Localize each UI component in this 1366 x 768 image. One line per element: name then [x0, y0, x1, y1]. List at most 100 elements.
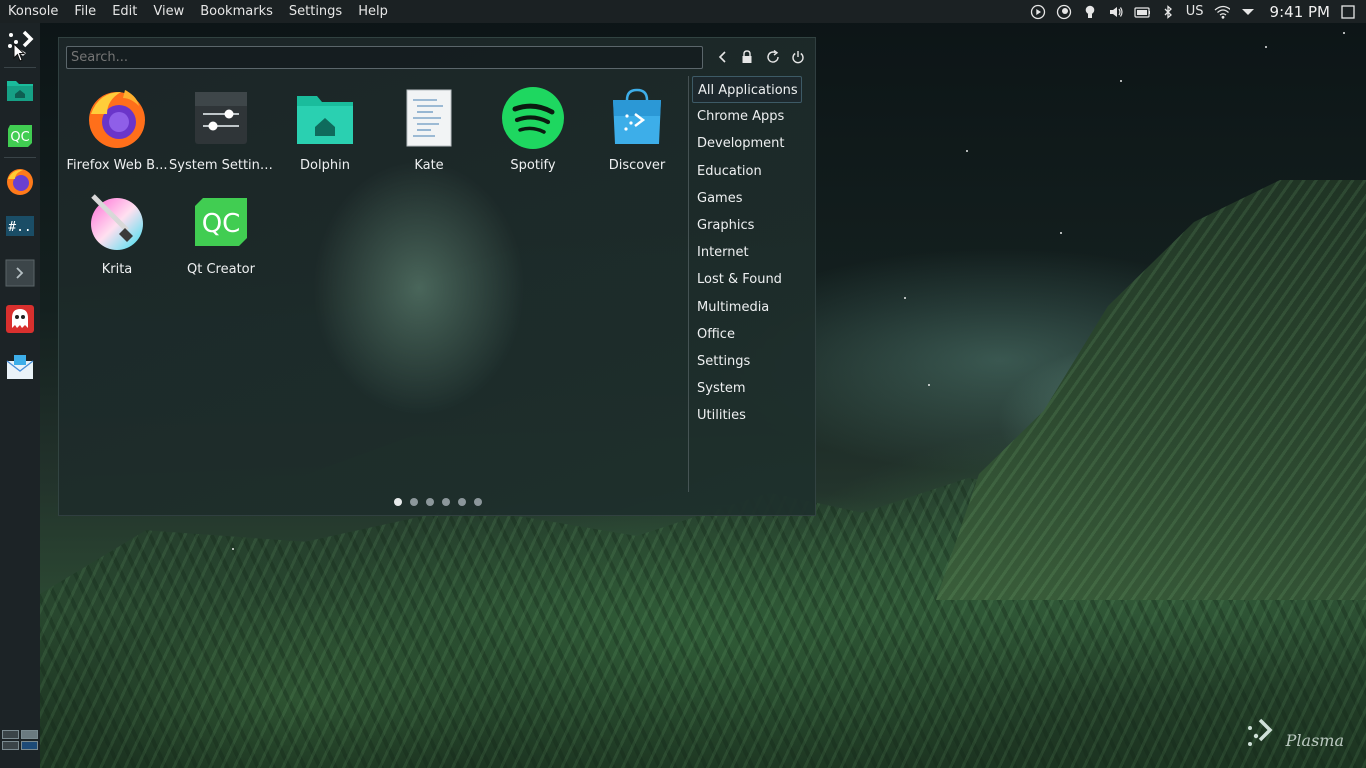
category-all-applications[interactable]: All Applications: [692, 76, 802, 104]
firefox-icon: [85, 86, 149, 150]
virtual-desktop-pager[interactable]: [2, 730, 38, 750]
app-label: Firefox Web B...: [66, 158, 168, 173]
app-label: Spotify: [510, 158, 556, 173]
show-desktop-icon[interactable]: [1340, 4, 1356, 20]
menu-view[interactable]: View: [145, 0, 192, 23]
lock-icon[interactable]: [739, 49, 755, 65]
category-office[interactable]: Office: [692, 321, 802, 348]
wallpaper-cliff: [936, 180, 1366, 600]
spotify-icon: [501, 86, 565, 150]
app-discover[interactable]: Discover: [585, 80, 689, 180]
app-label: Krita: [101, 262, 133, 277]
star: [904, 297, 906, 299]
clock[interactable]: 9:41 PM: [1270, 3, 1330, 21]
app-label: Discover: [608, 158, 666, 173]
page-dot[interactable]: [394, 498, 402, 506]
app-spotify[interactable]: Spotify: [481, 80, 585, 180]
mouse-cursor-icon: [13, 42, 26, 67]
category-lost-and-found[interactable]: Lost & Found: [692, 266, 802, 293]
desktop-2[interactable]: [21, 730, 38, 739]
back-arrow-icon[interactable]: [715, 49, 731, 65]
category-games[interactable]: Games: [692, 185, 802, 212]
system-tray: US 9:41 PM: [1030, 0, 1356, 23]
dock-separator: [4, 157, 36, 158]
page-dot[interactable]: [474, 498, 482, 506]
wifi-icon[interactable]: [1214, 4, 1230, 20]
app-krita[interactable]: Krita: [65, 184, 169, 284]
app-label: Qt Creator: [187, 262, 255, 277]
power-icon[interactable]: [790, 49, 806, 65]
qt-creator-icon[interactable]: QC: [4, 120, 36, 152]
category-development[interactable]: Development: [692, 130, 802, 157]
page-dot[interactable]: [442, 498, 450, 506]
restart-icon[interactable]: [765, 49, 781, 65]
app-label: Kate: [414, 158, 444, 173]
category-system[interactable]: System: [692, 375, 802, 402]
menu-help[interactable]: Help: [350, 0, 396, 23]
media-play-icon[interactable]: [1030, 4, 1046, 20]
category-chrome-apps[interactable]: Chrome Apps: [692, 103, 802, 130]
page-indicator: [394, 498, 482, 506]
app-system-settings[interactable]: System Settings: [169, 80, 273, 180]
star: [1060, 232, 1062, 234]
svg-text:#..: #..: [8, 220, 31, 235]
app-qt-creator[interactable]: QC Qt Creator: [169, 184, 273, 284]
page-dot[interactable]: [458, 498, 466, 506]
kate-icon: [397, 86, 461, 150]
app-dolphin[interactable]: Dolphin: [273, 80, 377, 180]
krita-icon: [85, 190, 149, 254]
application-launcher: Firefox Web B... System Settings Dolphin…: [58, 37, 816, 516]
menu-settings[interactable]: Settings: [281, 0, 350, 23]
app-name[interactable]: Konsole: [0, 0, 66, 23]
plasma-watermark: Plasma: [1244, 714, 1344, 750]
desktop-3[interactable]: [2, 741, 19, 750]
dolphin-icon[interactable]: [4, 74, 36, 106]
desktop-1[interactable]: [2, 730, 19, 739]
left-dock-panel: QC #..: [0, 23, 40, 768]
star: [928, 384, 930, 386]
category-internet[interactable]: Internet: [692, 239, 802, 266]
system-settings-icon: [189, 86, 253, 150]
tray-expand-arrow-icon[interactable]: [1240, 4, 1256, 20]
category-education[interactable]: Education: [692, 158, 802, 185]
bluetooth-icon[interactable]: [1160, 4, 1176, 20]
app-label: Dolphin: [300, 158, 350, 173]
discover-icon: [605, 86, 669, 150]
menu-file[interactable]: File: [66, 0, 104, 23]
category-settings[interactable]: Settings: [692, 348, 802, 375]
category-list: All Applications Chrome Apps Development…: [692, 76, 802, 429]
app-label: System Settings: [169, 158, 273, 173]
ghost-app-icon[interactable]: [4, 303, 36, 335]
menu-bookmarks[interactable]: Bookmarks: [192, 0, 281, 23]
qt-creator-icon: QC: [189, 190, 253, 254]
battery-icon[interactable]: [1134, 4, 1150, 20]
chat-icon[interactable]: #..: [4, 211, 36, 243]
dolphin-icon: [293, 86, 357, 150]
star: [1265, 46, 1267, 48]
menu-edit[interactable]: Edit: [104, 0, 145, 23]
firefox-icon[interactable]: [4, 166, 36, 198]
kdeconnect-icon[interactable]: [1056, 4, 1072, 20]
mail-icon[interactable]: [4, 351, 36, 383]
brightness-bulb-icon[interactable]: [1082, 4, 1098, 20]
page-dot[interactable]: [426, 498, 434, 506]
keyboard-layout[interactable]: US: [1186, 4, 1204, 19]
app-kate[interactable]: Kate: [377, 80, 481, 180]
star: [966, 150, 968, 152]
page-dot[interactable]: [410, 498, 418, 506]
search-input[interactable]: [66, 46, 703, 69]
star: [1120, 80, 1122, 82]
category-multimedia[interactable]: Multimedia: [692, 294, 802, 321]
plasma-brand-text: Plasma: [1285, 731, 1344, 750]
category-divider: [688, 76, 689, 492]
plasma-logo-icon: [1247, 718, 1273, 746]
app-firefox[interactable]: Firefox Web B...: [65, 80, 169, 180]
svg-text:QC: QC: [10, 130, 29, 145]
category-utilities[interactable]: Utilities: [692, 402, 802, 429]
svg-text:QC: QC: [202, 209, 241, 239]
volume-icon[interactable]: [1108, 4, 1124, 20]
desktop-4[interactable]: [21, 741, 38, 750]
star: [1343, 32, 1345, 34]
terminal-icon[interactable]: [4, 257, 36, 289]
category-graphics[interactable]: Graphics: [692, 212, 802, 239]
